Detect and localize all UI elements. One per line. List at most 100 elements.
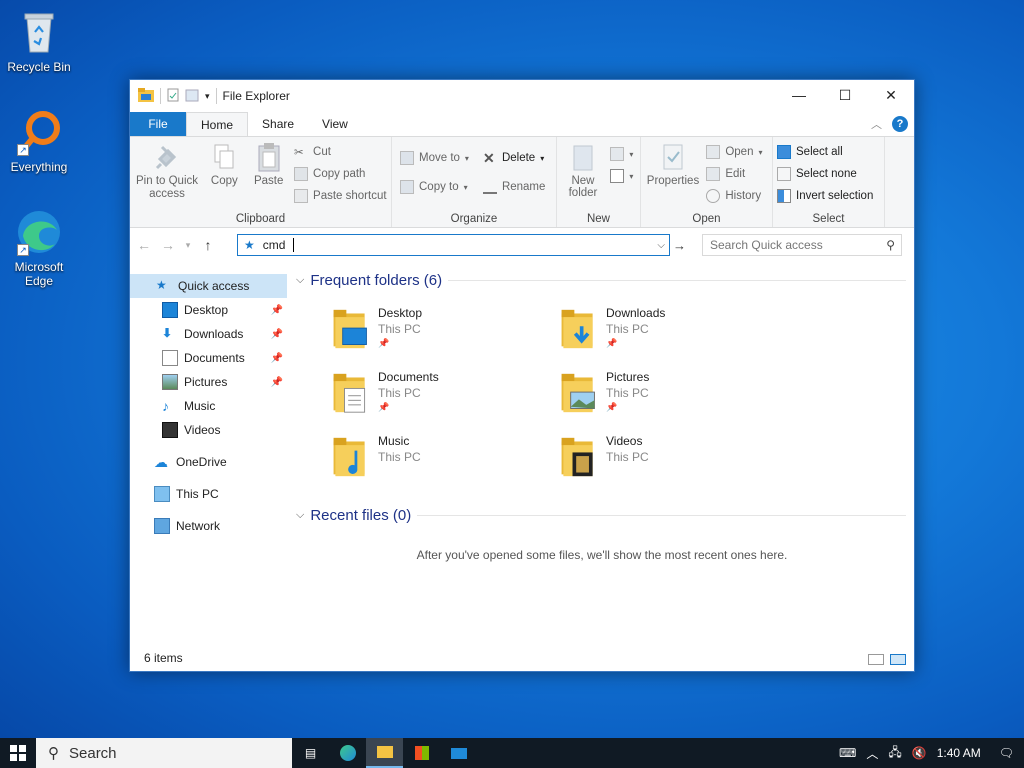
taskbar-search-box[interactable]: ⚲ Search [36,738,292,768]
properties-icon [658,141,688,173]
properties-quick-icon[interactable] [167,88,179,105]
recent-files-header[interactable]: ⌵ Recent files (0) [290,501,914,529]
tab-file[interactable]: File [130,112,186,136]
taskbar-mail-icon[interactable] [440,738,477,768]
large-icons-view-icon[interactable] [890,654,906,665]
keyboard-layout-icon[interactable]: ⌨ [839,746,856,760]
customize-toolbar-chevron-icon[interactable]: ▾ [205,91,210,102]
view-toggles [868,654,906,665]
nav-network[interactable]: Network [130,514,287,538]
tab-share[interactable]: Share [248,112,308,136]
network-status-icon[interactable]: 🖧 [888,743,901,764]
collapse-ribbon-chevron-icon[interactable]: ︿ [871,116,882,132]
desktop-icon-everything[interactable]: ↗ Everything [1,108,77,174]
volume-muted-icon[interactable]: 🔇 [912,746,927,760]
folder-tile-music[interactable]: Music This PC [330,432,550,492]
window-title: File Explorer [222,89,290,103]
folder-documents-icon [333,373,366,413]
easy-access-button[interactable]: ▾ [610,165,633,187]
videos-film-icon [162,422,178,438]
folder-location: This PC [378,450,421,464]
folder-tile-documents[interactable]: Documents This PC 📌 [330,368,550,428]
invert-selection-icon [777,189,791,203]
nav-item-pictures[interactable]: Pictures 📌 [130,370,287,394]
select-none-button[interactable]: Select none [777,163,880,185]
group-label: Clipboard [235,213,286,225]
folder-tile-downloads[interactable]: Downloads This PC 📌 [558,304,778,364]
nav-onedrive[interactable]: ☁ OneDrive [130,450,287,474]
copy-button[interactable]: Copy [205,141,243,187]
frequent-folders-header[interactable]: ⌵ Frequent folders (6) [290,266,914,294]
select-all-button[interactable]: Select all [777,141,880,163]
clock[interactable]: 1:40 AM [937,746,981,760]
nav-quick-access[interactable]: ★ Quick access [130,274,287,298]
folder-desktop-icon [333,309,367,349]
nav-item-desktop[interactable]: Desktop 📌 [130,298,287,322]
address-dropdown-chevron-icon[interactable]: ⌵ [657,240,665,251]
minimize-button[interactable]: — [776,80,822,110]
help-button[interactable]: ? [892,116,908,132]
tab-home[interactable]: Home [186,112,249,136]
folder-tile-desktop[interactable]: Desktop This PC 📌 [330,304,550,364]
text-cursor [293,238,295,252]
group-organize: Move to ▾ Copy to ▾ ✕ Delete ▾ Rename Organi… [392,137,557,227]
properties-button[interactable]: Properties [645,141,701,187]
new-item-button[interactable]: ▾ [610,143,633,165]
folder-tile-videos[interactable]: Videos This PC [558,432,778,492]
group-label: Open [692,213,721,225]
back-arrow-icon[interactable]: ← [136,237,152,253]
search-box[interactable]: Search Quick access ⚲ [702,234,902,256]
close-button[interactable]: ✕ [868,80,914,110]
recent-locations-chevron-icon[interactable]: ▾ [184,240,192,251]
new-folder-button[interactable]: New folder [561,141,605,199]
maximize-button[interactable]: ☐ [822,80,868,110]
paste-shortcut-button[interactable]: Paste shortcut [294,185,387,207]
nav-item-downloads[interactable]: ⬇ Downloads 📌 [130,322,287,346]
pin-to-quick-access-button[interactable]: Pin to Quick access [134,141,200,201]
nav-item-videos[interactable]: Videos [130,418,287,442]
search-input[interactable]: Search Quick access [710,238,823,252]
forward-arrow-icon[interactable]: → [160,237,176,253]
pin-icon: 📌 [270,376,283,388]
task-view-button[interactable]: ▤ [292,738,329,768]
search-icon: ⚲ [48,745,59,762]
taskbar-file-explorer-icon[interactable] [366,738,403,768]
paste-icon [254,141,284,173]
pin-icon: 📌 [378,402,390,412]
start-button[interactable] [0,738,36,768]
notifications-icon[interactable]: 🗨 [999,746,1014,760]
desktop-icon-edge[interactable]: ↗ Microsoft Edge [1,208,77,288]
desktop-icon-recycle-bin[interactable]: Recycle Bin [1,8,77,74]
nav-item-music[interactable]: ♪ Music [130,394,287,418]
paste-button[interactable]: Paste [249,141,289,187]
title-bar[interactable]: ▾ File Explorer — ☐ ✕ [130,80,914,112]
cut-button[interactable]: ✂ Cut [294,141,387,163]
details-view-icon[interactable] [868,654,884,665]
ribbon-home: Pin to Quick access Copy Paste ✂ Cut Copy… [130,136,914,228]
divider [215,88,217,104]
address-bar[interactable]: ★ cmd ⌵ [237,234,670,256]
show-hidden-icons-chevron-icon[interactable]: ︿ [866,745,878,762]
pin-icon: 📌 [606,338,618,348]
folder-tile-pictures[interactable]: Pictures This PC 📌 [558,368,778,428]
move-to-button[interactable]: Move to ▾ [400,147,469,169]
open-button[interactable]: Open ▾ [706,141,763,163]
copy-to-button[interactable]: Copy to ▾ [400,176,469,198]
taskbar-edge-icon[interactable] [329,738,366,768]
taskbar-store-icon[interactable] [403,738,440,768]
up-arrow-icon[interactable]: ↑ [200,237,216,253]
folder-name: Downloads [606,306,666,320]
tab-view[interactable]: View [308,112,362,136]
history-button[interactable]: History [706,185,762,207]
copy-path-button[interactable]: Copy path [294,163,387,185]
delete-button[interactable]: ✕ Delete ▾ [483,147,545,169]
go-arrow-icon[interactable]: → [673,238,686,253]
nav-this-pc[interactable]: This PC [130,482,287,506]
edit-button[interactable]: Edit [706,163,762,185]
rename-button[interactable]: Rename [482,176,545,198]
everything-search-icon: ↗ [15,108,63,156]
new-folder-quick-icon[interactable] [185,88,199,105]
nav-item-documents[interactable]: Documents 📌 [130,346,287,370]
address-input[interactable]: cmd [263,238,286,252]
invert-selection-button[interactable]: Invert selection [777,185,880,207]
